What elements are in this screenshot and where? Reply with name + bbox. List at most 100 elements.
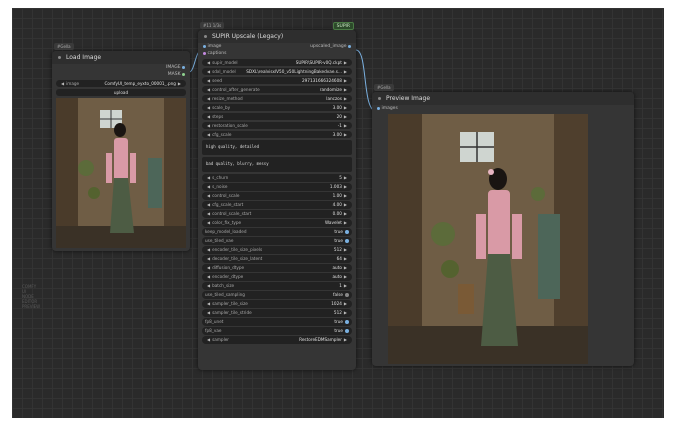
arrow-right-icon[interactable]: ▶ [176,81,183,86]
arrow-right-icon[interactable]: ▶ [342,310,349,315]
arrow-right-icon[interactable]: ▶ [342,60,349,65]
output-port-image[interactable] [182,66,185,69]
collapse-dot-icon[interactable] [378,97,381,100]
widget-resize-method[interactable]: ◀ resize_method lanczos ▶ [202,94,352,102]
arrow-left-icon[interactable]: ◀ [59,81,66,86]
arrow-left-icon[interactable]: ◀ [205,87,212,92]
arrow-left-icon[interactable]: ◀ [205,193,212,198]
widget-control-scale-start[interactable]: ◀ control_scale_start 0.00 ▶ [202,210,352,218]
arrow-right-icon[interactable]: ▶ [342,69,349,74]
arrow-left-icon[interactable]: ◀ [205,211,212,216]
widget-sampler-tile-size[interactable]: ◀ sampler_tile_size 1024 ▶ [202,300,352,308]
widget-sampler[interactable]: ◀ sampler RestoreEDMSampler ▶ [202,336,352,344]
arrow-right-icon[interactable]: ▶ [342,184,349,189]
widget-control-scale[interactable]: ◀ control_scale 1.00 ▶ [202,192,352,200]
arrow-left-icon[interactable]: ◀ [205,310,212,315]
toggle-knob[interactable] [345,319,349,324]
supir-upscale-node[interactable]: #11 1/3s SUPIR SUPIR Upscale (Legacy) im… [198,22,356,370]
toggle-fp8-unet[interactable]: fp8_unet true [202,318,352,326]
widget-sampler-tile-stride[interactable]: ◀ sampler_tile_stride 512 ▶ [202,309,352,317]
arrow-left-icon[interactable]: ◀ [205,265,212,270]
widget-decoder-tile-size[interactable]: ◀ decoder_tile_size_latent 64 ▶ [202,255,352,263]
arrow-left-icon[interactable]: ◀ [205,123,212,128]
widget-diffusion-dtype[interactable]: ◀ diffusion_dtype auto ▶ [202,264,352,272]
toggle-knob[interactable] [345,238,349,243]
arrow-right-icon[interactable]: ▶ [342,274,349,279]
widget-scale-by[interactable]: ◀ scale_by 3.00 ▶ [202,103,352,111]
arrow-left-icon[interactable]: ◀ [205,78,212,83]
input-port-image[interactable] [203,45,206,48]
arrow-right-icon[interactable]: ▶ [342,220,349,225]
positive-prompt-textarea[interactable]: high quality, detailed [202,140,352,155]
arrow-left-icon[interactable]: ◀ [205,96,212,101]
arrow-right-icon[interactable]: ▶ [342,202,349,207]
widget-color-fix-type[interactable]: ◀ color_fix_type Wavelet ▶ [202,219,352,227]
arrow-left-icon[interactable]: ◀ [205,337,212,342]
arrow-left-icon[interactable]: ◀ [205,184,212,189]
widget-sdxl-model[interactable]: ◀ sdxl_model SDXL\realvisxlV50_v50Lightnin… [202,67,352,75]
arrow-right-icon[interactable]: ▶ [342,283,349,288]
arrow-right-icon[interactable]: ▶ [342,337,349,342]
arrow-right-icon[interactable]: ▶ [342,247,349,252]
arrow-right-icon[interactable]: ▶ [342,211,349,216]
arrow-right-icon[interactable]: ▶ [342,132,349,137]
arrow-right-icon[interactable]: ▶ [342,96,349,101]
node-header[interactable]: SUPIR Upscale (Legacy) [198,30,356,43]
arrow-left-icon[interactable]: ◀ [205,202,212,207]
arrow-right-icon[interactable]: ▶ [342,256,349,261]
arrow-left-icon[interactable]: ◀ [205,220,212,225]
widget-cfg-scale-start[interactable]: ◀ cfg_scale_start 4.00 ▶ [202,201,352,209]
arrow-left-icon[interactable]: ◀ [205,283,212,288]
arrow-left-icon[interactable]: ◀ [205,175,212,180]
widget-encoder-tile-size[interactable]: ◀ encoder_tile_size_pixels 512 ▶ [202,246,352,254]
widget-restoration-scale[interactable]: ◀ restoration_scale -1 ▶ [202,121,352,129]
load-image-node[interactable]: #Gella Load Image IMAGE MASK ◀ image Com… [52,43,190,251]
arrow-right-icon[interactable]: ▶ [342,175,349,180]
widget-seed[interactable]: ◀ seed 297131666324608 ▶ [202,76,352,84]
toggle-fp8-vae[interactable]: fp8_vae true [202,327,352,335]
node-header[interactable]: Preview Image [372,92,634,105]
arrow-left-icon[interactable]: ◀ [205,114,212,119]
toggle-use-tiled-sampling[interactable]: use_tiled_sampling false [202,291,352,299]
node-graph-canvas[interactable]: #Gella Load Image IMAGE MASK ◀ image Com… [12,8,664,418]
arrow-left-icon[interactable]: ◀ [205,60,212,65]
widget-control-after-generate[interactable]: ◀ control_after_generate randomize ▶ [202,85,352,93]
input-port-captions[interactable] [203,52,206,55]
toggle-knob[interactable] [345,328,349,333]
arrow-right-icon[interactable]: ▶ [342,265,349,270]
toggle-keep-model-loaded[interactable]: keep_model_loaded true [202,228,352,236]
arrow-left-icon[interactable]: ◀ [205,105,212,110]
output-port-upscaled[interactable] [348,45,351,48]
arrow-left-icon[interactable]: ◀ [205,69,212,74]
arrow-left-icon[interactable]: ◀ [205,247,212,252]
arrow-left-icon[interactable]: ◀ [205,256,212,261]
toggle-use-tiled-vae[interactable]: use_tiled_vae true [202,237,352,245]
arrow-left-icon[interactable]: ◀ [205,274,212,279]
widget-supir-model[interactable]: ◀ supir_model SUPIR\SUPIR-v0Q.ckpt ▶ [202,58,352,66]
arrow-right-icon[interactable]: ▶ [342,87,349,92]
toggle-knob[interactable] [345,229,349,234]
arrow-right-icon[interactable]: ▶ [342,301,349,306]
negative-prompt-textarea[interactable]: bad quality, blurry, messy [202,157,352,172]
widget-s-noise[interactable]: ◀ s_noise 1.003 ▶ [202,183,352,191]
arrow-left-icon[interactable]: ◀ [205,301,212,306]
arrow-left-icon[interactable]: ◀ [205,132,212,137]
arrow-right-icon[interactable]: ▶ [342,193,349,198]
collapse-dot-icon[interactable] [204,35,207,38]
upload-button[interactable]: upload [56,89,186,96]
arrow-right-icon[interactable]: ▶ [342,114,349,119]
widget-steps[interactable]: ◀ steps 20 ▶ [202,112,352,120]
arrow-right-icon[interactable]: ▶ [342,78,349,83]
arrow-right-icon[interactable]: ▶ [342,105,349,110]
input-port-images[interactable] [377,107,380,110]
arrow-right-icon[interactable]: ▶ [342,123,349,128]
node-header[interactable]: Load Image [52,51,190,64]
widget-batch-size[interactable]: ◀ batch_size 1 ▶ [202,282,352,290]
toggle-knob[interactable] [345,292,349,297]
collapse-dot-icon[interactable] [58,56,61,59]
preview-image-node[interactable]: #Gella Preview Image images [372,84,634,366]
widget-s-churn[interactable]: ◀ s_churn 5 ▶ [202,174,352,182]
widget-cfg-scale[interactable]: ◀ cfg_scale 3.00 ▶ [202,130,352,138]
output-port-mask[interactable] [182,73,185,76]
image-select-widget[interactable]: ◀ image ComfyUI_temp_eyxto_00001_.png ▶ [56,79,186,87]
